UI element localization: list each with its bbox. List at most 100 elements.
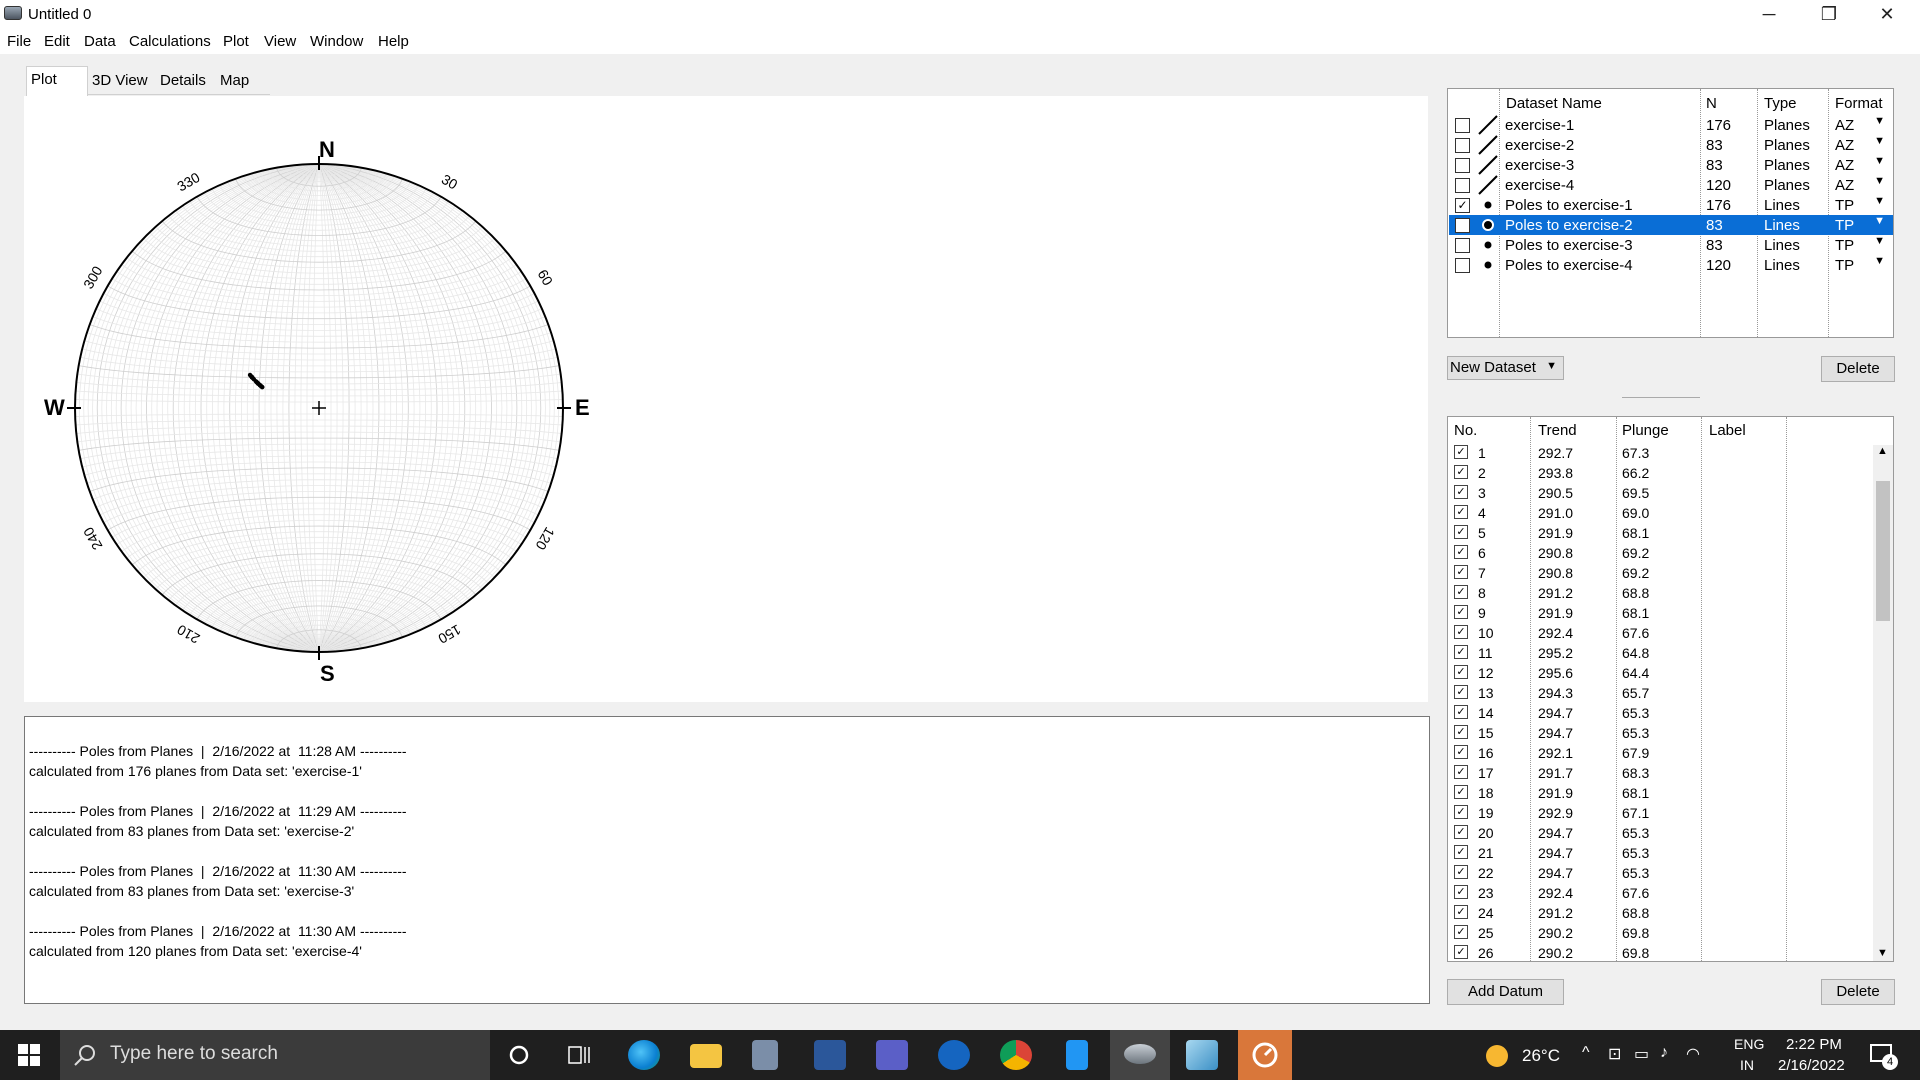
datum-checkbox[interactable]: ✓ bbox=[1454, 685, 1468, 699]
plane-symbol-icon[interactable] bbox=[1477, 135, 1499, 155]
header-dataset-name[interactable]: Dataset Name bbox=[1506, 95, 1602, 112]
phone-app-icon[interactable] bbox=[1066, 1040, 1088, 1070]
tab-3d-view[interactable]: 3D View bbox=[88, 68, 152, 95]
datum-row[interactable]: ✓ 6 290.8 69.2 bbox=[1448, 543, 1873, 563]
datum-checkbox[interactable]: ✓ bbox=[1454, 645, 1468, 659]
datum-checkbox[interactable]: ✓ bbox=[1454, 625, 1468, 639]
file-explorer-icon[interactable] bbox=[690, 1044, 722, 1068]
dataset-visibility-checkbox[interactable] bbox=[1455, 118, 1470, 133]
dataset-visibility-checkbox[interactable] bbox=[1455, 218, 1470, 233]
dataset-row[interactable]: exercise-1 176 Planes AZ ▼ bbox=[1449, 115, 1893, 135]
menu-plot[interactable]: Plot bbox=[223, 33, 249, 50]
tab-details[interactable]: Details bbox=[156, 68, 210, 95]
dataset-row[interactable]: exercise-3 83 Planes AZ ▼ bbox=[1449, 155, 1893, 175]
format-dropdown-icon[interactable]: ▼ bbox=[1874, 215, 1885, 227]
stereonet-taskbar-button[interactable] bbox=[1110, 1030, 1170, 1080]
header-format[interactable]: Format bbox=[1835, 95, 1883, 112]
datum-checkbox[interactable]: ✓ bbox=[1454, 905, 1468, 919]
calculator-icon[interactable] bbox=[752, 1040, 778, 1070]
datum-checkbox[interactable]: ✓ bbox=[1454, 545, 1468, 559]
dataset-row[interactable]: exercise-4 120 Planes AZ ▼ bbox=[1449, 175, 1893, 195]
network-icon[interactable]: ⊡ bbox=[1608, 1044, 1621, 1064]
datum-checkbox[interactable]: ✓ bbox=[1454, 585, 1468, 599]
datum-row[interactable]: ✓ 23 292.4 67.6 bbox=[1448, 883, 1873, 903]
windows-start-icon[interactable] bbox=[18, 1044, 40, 1066]
header-no[interactable]: No. bbox=[1454, 422, 1477, 439]
teams-icon[interactable] bbox=[876, 1040, 908, 1070]
menu-window[interactable]: Window bbox=[310, 33, 363, 50]
format-dropdown-icon[interactable]: ▼ bbox=[1874, 235, 1885, 247]
language-secondary[interactable]: IN bbox=[1740, 1057, 1754, 1073]
clock-date[interactable]: 2/16/2022 bbox=[1778, 1057, 1845, 1074]
datum-row[interactable]: ✓ 12 295.6 64.4 bbox=[1448, 663, 1873, 683]
datum-checkbox[interactable]: ✓ bbox=[1454, 565, 1468, 579]
format-dropdown-icon[interactable]: ▼ bbox=[1874, 175, 1885, 187]
datum-row[interactable]: ✓ 19 292.9 67.1 bbox=[1448, 803, 1873, 823]
dataset-row[interactable]: exercise-2 83 Planes AZ ▼ bbox=[1449, 135, 1893, 155]
task-view-icon[interactable] bbox=[568, 1044, 590, 1066]
scroll-down-icon[interactable]: ▼ bbox=[1877, 947, 1888, 959]
add-datum-button[interactable]: Add Datum bbox=[1447, 979, 1564, 1005]
datum-row[interactable]: ✓ 8 291.2 68.8 bbox=[1448, 583, 1873, 603]
menu-file[interactable]: File bbox=[7, 33, 31, 50]
datum-checkbox[interactable]: ✓ bbox=[1454, 865, 1468, 879]
menu-view[interactable]: View bbox=[264, 33, 296, 50]
plane-symbol-icon[interactable] bbox=[1477, 175, 1499, 195]
datum-row[interactable]: ✓ 10 292.4 67.6 bbox=[1448, 623, 1873, 643]
wifi-icon[interactable]: ◠ bbox=[1686, 1044, 1700, 1064]
datum-row[interactable]: ✓ 26 290.2 69.8 bbox=[1448, 943, 1873, 961]
minimize-button[interactable]: ─ bbox=[1740, 0, 1798, 30]
datum-row[interactable]: ✓ 17 291.7 68.3 bbox=[1448, 763, 1873, 783]
datum-checkbox[interactable]: ✓ bbox=[1454, 525, 1468, 539]
language-primary[interactable]: ENG bbox=[1734, 1036, 1764, 1052]
edge-icon[interactable] bbox=[628, 1040, 660, 1070]
dataset-visibility-checkbox[interactable] bbox=[1455, 138, 1470, 153]
datum-checkbox[interactable]: ✓ bbox=[1454, 705, 1468, 719]
tab-map[interactable]: Map bbox=[216, 68, 253, 95]
datum-row[interactable]: ✓ 21 294.7 65.3 bbox=[1448, 843, 1873, 863]
point-symbol-icon[interactable] bbox=[1477, 195, 1499, 215]
active-app-button[interactable] bbox=[1238, 1030, 1292, 1080]
datum-row[interactable]: ✓ 25 290.2 69.8 bbox=[1448, 923, 1873, 943]
format-dropdown-icon[interactable]: ▼ bbox=[1874, 155, 1885, 167]
weather-icon[interactable] bbox=[1486, 1045, 1508, 1067]
speaker-icon[interactable]: ♪ bbox=[1660, 1044, 1668, 1062]
header-trend[interactable]: Trend bbox=[1538, 422, 1577, 439]
datum-checkbox[interactable]: ✓ bbox=[1454, 485, 1468, 499]
format-dropdown-icon[interactable]: ▼ bbox=[1874, 195, 1885, 207]
header-type[interactable]: Type bbox=[1764, 95, 1797, 112]
dataset-row[interactable]: Poles to exercise-4 120 Lines TP ▼ bbox=[1449, 255, 1893, 275]
datum-checkbox[interactable]: ✓ bbox=[1454, 465, 1468, 479]
datum-checkbox[interactable]: ✓ bbox=[1454, 945, 1468, 959]
close-button[interactable]: ✕ bbox=[1858, 0, 1916, 30]
datum-checkbox[interactable]: ✓ bbox=[1454, 765, 1468, 779]
datum-row[interactable]: ✓ 13 294.3 65.7 bbox=[1448, 683, 1873, 703]
delete-dataset-button[interactable]: Delete bbox=[1821, 356, 1895, 382]
datum-checkbox[interactable]: ✓ bbox=[1454, 885, 1468, 899]
datum-row[interactable]: ✓ 9 291.9 68.1 bbox=[1448, 603, 1873, 623]
chrome-icon[interactable] bbox=[1000, 1040, 1032, 1070]
scroll-thumb[interactable] bbox=[1876, 481, 1890, 621]
datum-checkbox[interactable]: ✓ bbox=[1454, 785, 1468, 799]
dataset-row[interactable]: Poles to exercise-2 83 Lines TP ▼ bbox=[1449, 215, 1893, 235]
menu-calculations[interactable]: Calculations bbox=[129, 33, 211, 50]
datum-row[interactable]: ✓ 14 294.7 65.3 bbox=[1448, 703, 1873, 723]
datum-row[interactable]: ✓ 15 294.7 65.3 bbox=[1448, 723, 1873, 743]
tab-plot[interactable]: Plot bbox=[26, 66, 88, 96]
datum-checkbox[interactable]: ✓ bbox=[1454, 605, 1468, 619]
point-symbol-icon[interactable] bbox=[1477, 235, 1499, 255]
dataset-row[interactable]: ✓ Poles to exercise-1 176 Lines TP ▼ bbox=[1449, 195, 1893, 215]
datum-checkbox[interactable]: ✓ bbox=[1454, 805, 1468, 819]
plane-symbol-icon[interactable] bbox=[1477, 115, 1499, 135]
datum-checkbox[interactable]: ✓ bbox=[1454, 845, 1468, 859]
dataset-visibility-checkbox[interactable] bbox=[1455, 178, 1470, 193]
notes-app-icon[interactable] bbox=[1186, 1040, 1218, 1070]
delete-datum-button[interactable]: Delete bbox=[1821, 979, 1895, 1005]
dataset-visibility-checkbox[interactable]: ✓ bbox=[1455, 198, 1470, 213]
header-label[interactable]: Label bbox=[1709, 422, 1746, 439]
datum-row[interactable]: ✓ 18 291.9 68.1 bbox=[1448, 783, 1873, 803]
menu-edit[interactable]: Edit bbox=[44, 33, 70, 50]
header-plunge[interactable]: Plunge bbox=[1622, 422, 1669, 439]
scroll-up-icon[interactable]: ▲ bbox=[1877, 445, 1888, 457]
datum-row[interactable]: ✓ 5 291.9 68.1 bbox=[1448, 523, 1873, 543]
